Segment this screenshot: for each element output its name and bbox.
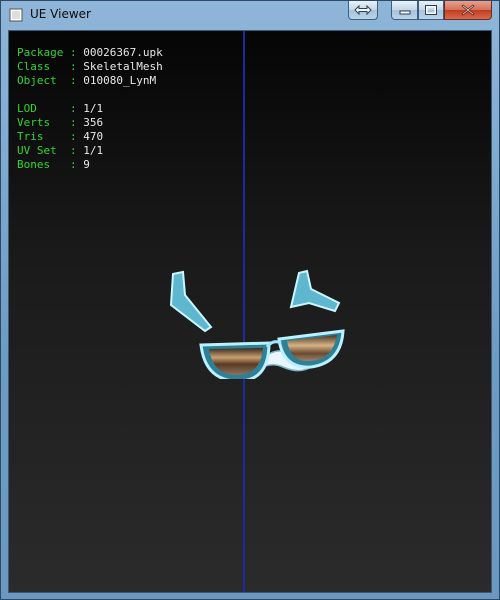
info-row-class: Class : SkeletalMesh (17, 60, 163, 73)
info-row-object: Object : 010080_LynM (17, 74, 157, 87)
info-row-lod: LOD : 1/1 (17, 102, 104, 115)
window-title: UE Viewer (30, 7, 91, 21)
swap-button[interactable] (348, 1, 378, 20)
app-window: UE Viewer Package : 00026367.upk Class:… (0, 0, 500, 600)
info-row-uvset: UV Set : 1/1 (17, 144, 104, 157)
maximize-icon (425, 5, 437, 15)
minimize-icon (399, 10, 410, 15)
right-temple-arm (289, 269, 341, 313)
left-temple-arm (169, 270, 213, 333)
close-button[interactable] (444, 1, 492, 20)
mesh-info-panel: Package : 00026367.upk Class : SkeletalM… (17, 46, 163, 172)
info-row-bones: Bones : 9 (17, 158, 90, 171)
3d-viewport[interactable]: Package : 00026367.upk Class : SkeletalM… (8, 30, 492, 593)
info-row-package: Package : 00026367.upk (17, 46, 163, 59)
title-bar[interactable]: UE Viewer (1, 1, 499, 30)
maximize-button[interactable] (418, 1, 444, 20)
close-icon (461, 4, 475, 16)
info-row-tris: Tris : 470 (17, 130, 104, 143)
minimize-button[interactable] (391, 1, 418, 20)
swap-icon (354, 5, 372, 15)
glasses-mesh-model (169, 269, 345, 379)
app-icon (9, 8, 23, 22)
info-row-verts: Verts : 356 (17, 116, 104, 129)
